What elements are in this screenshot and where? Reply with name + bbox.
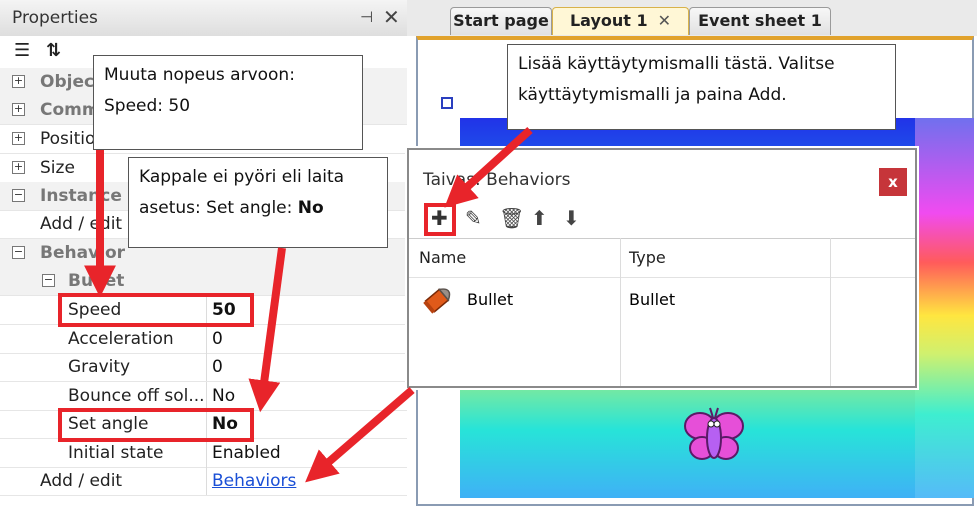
- collapse-icon[interactable]: −: [12, 246, 25, 259]
- close-icon[interactable]: ✕: [383, 5, 400, 29]
- dialog-title: Taivas: Behaviors: [423, 170, 571, 190]
- behavior-row-name[interactable]: Bullet: [467, 290, 513, 309]
- behaviors-dialog: Taivas: Behaviors x ✚ ✎ 🗑 ⬆ ⬇ Name Type …: [407, 148, 917, 388]
- initial-state-value[interactable]: Enabled: [212, 443, 281, 463]
- row-label: Behavior: [40, 243, 126, 263]
- row-bounce-off-solids[interactable]: Bounce off sol... No: [0, 382, 407, 411]
- row-gravity[interactable]: Gravity 0: [0, 353, 407, 382]
- grid-divider: [620, 238, 621, 386]
- behaviors-link[interactable]: Behaviors: [212, 471, 296, 491]
- highlight-add-button: [424, 203, 456, 236]
- collapse-icon[interactable]: −: [12, 189, 25, 202]
- subcategory-bullet[interactable]: − Bullet: [0, 267, 407, 296]
- callout-set-angle: Kappale ei pyöri eli laita asetus: Set a…: [128, 157, 388, 248]
- row-add-edit-behaviors[interactable]: Add / edit Behaviors: [0, 467, 407, 496]
- tab-start-page[interactable]: Start page: [450, 7, 552, 35]
- collapse-icon[interactable]: −: [42, 274, 55, 287]
- row-acceleration[interactable]: Acceleration 0: [0, 325, 407, 354]
- row-label: Add / edit: [40, 214, 123, 234]
- expand-icon[interactable]: +: [12, 103, 25, 116]
- tab-label: Event sheet 1: [698, 11, 822, 30]
- column-divider: [206, 382, 207, 410]
- dialog-close-button[interactable]: x: [879, 168, 907, 196]
- row-label: Bullet: [68, 271, 125, 291]
- acceleration-value[interactable]: 0: [212, 329, 223, 349]
- row-label: Add / edit: [40, 471, 123, 491]
- tab-close-icon[interactable]: ✕: [658, 11, 671, 30]
- pin-icon[interactable]: ⊣: [360, 8, 373, 26]
- sort-alphabetical-icon[interactable]: ⇅: [46, 40, 61, 61]
- delete-trash-icon[interactable]: 🗑: [499, 206, 524, 230]
- callout-text: Kappale ei pyöri eli laita: [139, 167, 345, 187]
- bounce-value[interactable]: No: [212, 386, 235, 406]
- callout-text: asetus: Set angle:: [139, 198, 298, 218]
- grid-divider: [830, 238, 831, 386]
- callout-text: Speed: 50: [104, 96, 191, 116]
- properties-title-bar: Properties ⊣ ✕: [0, 0, 407, 37]
- move-down-icon[interactable]: ⬇: [563, 206, 580, 230]
- column-divider: [206, 467, 207, 495]
- callout-text: Lisää käyttäytymismalli tästä. Valitse: [518, 54, 835, 74]
- row-initial-state[interactable]: Initial state Enabled: [0, 439, 407, 468]
- row-label: Comm: [40, 100, 100, 120]
- expand-icon[interactable]: +: [12, 161, 25, 174]
- bullet-icon: [423, 288, 451, 314]
- row-label: Objec: [40, 72, 95, 92]
- tab-label: Start page: [453, 11, 549, 30]
- expand-icon[interactable]: +: [12, 75, 25, 88]
- behaviors-grid-header: Name Type: [409, 238, 915, 278]
- callout-text-bold: No: [297, 198, 324, 218]
- edit-pencil-icon[interactable]: ✎: [465, 206, 482, 230]
- gravity-value[interactable]: 0: [212, 357, 223, 377]
- highlight-set-angle: [58, 408, 254, 442]
- column-divider: [206, 325, 207, 353]
- selection-handle[interactable]: [441, 97, 453, 109]
- butterfly-sprite[interactable]: [682, 402, 746, 466]
- tab-layout-1[interactable]: Layout 1 ✕: [552, 7, 689, 35]
- column-name-header[interactable]: Name: [419, 248, 466, 267]
- row-label: Gravity: [68, 357, 131, 377]
- expand-icon[interactable]: +: [12, 132, 25, 145]
- row-label: Bounce off sol...: [68, 386, 205, 406]
- categorized-icon[interactable]: ☰: [14, 40, 30, 61]
- tab-bar: Start page Layout 1 ✕ Event sheet 1: [407, 0, 977, 36]
- callout-text: käyttäytymismalli ja paina Add.: [518, 85, 787, 105]
- callout-speed: Muuta nopeus arvoon: Speed: 50: [93, 55, 363, 150]
- column-type-header[interactable]: Type: [629, 248, 666, 267]
- row-label: Positio: [40, 129, 96, 149]
- column-divider: [206, 439, 207, 467]
- sky-background-edge: [915, 118, 974, 498]
- callout-text: Muuta nopeus arvoon:: [104, 65, 295, 85]
- highlight-speed: [58, 293, 254, 327]
- move-up-icon[interactable]: ⬆: [531, 206, 548, 230]
- behavior-row-type[interactable]: Bullet: [629, 290, 675, 309]
- row-label: Instance v: [40, 186, 139, 206]
- properties-title: Properties: [12, 8, 98, 28]
- tab-label: Layout 1: [569, 11, 648, 30]
- row-label: Size: [40, 158, 75, 178]
- tab-event-sheet-1[interactable]: Event sheet 1: [689, 7, 831, 35]
- row-label: Initial state: [68, 443, 164, 463]
- row-label: Acceleration: [68, 329, 174, 349]
- callout-add-behavior: Lisää käyttäytymismalli tästä. Valitse k…: [507, 44, 896, 130]
- column-divider: [206, 353, 207, 381]
